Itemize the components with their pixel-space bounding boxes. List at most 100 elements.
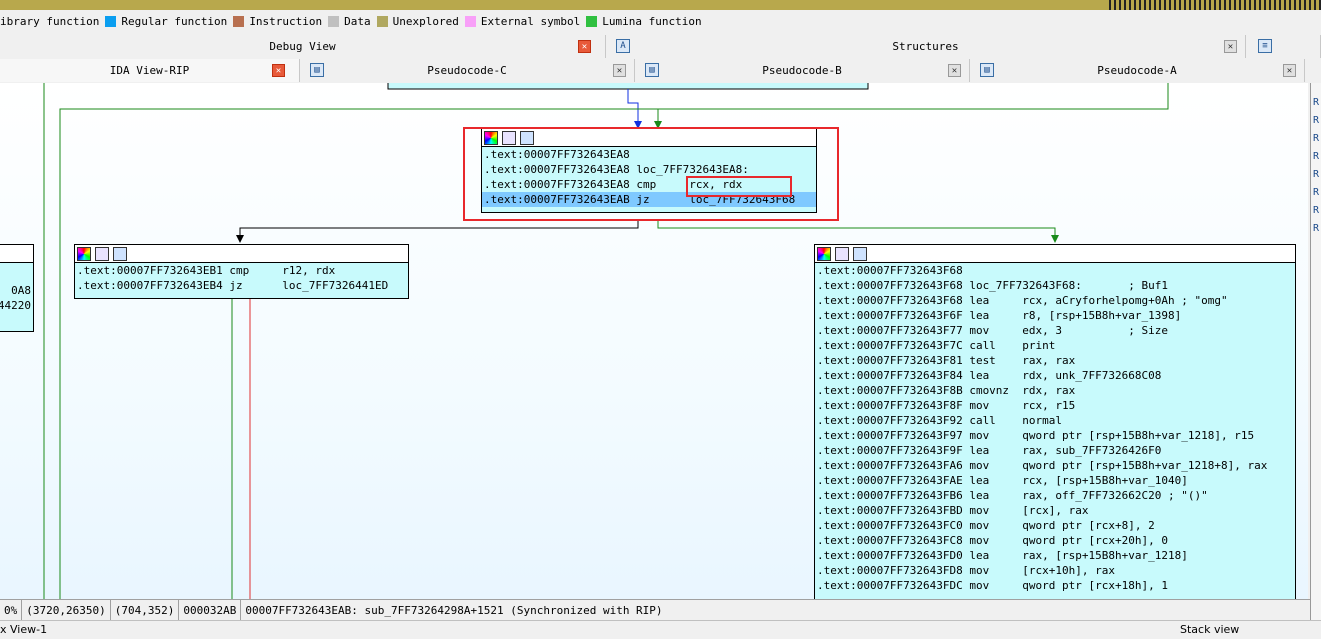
tab-row-views: IDA View-RIP ✕ ▤ Pseudocode-C ✕ ▤ Pseudo… bbox=[0, 59, 1308, 83]
asm-line[interactable]: .text:00007FF732643F84 lea rdx, unk_7FF7… bbox=[815, 368, 1295, 383]
close-icon[interactable]: ✕ bbox=[272, 64, 285, 77]
tab-pseudocode-c[interactable]: ▤ Pseudocode-C ✕ bbox=[300, 59, 635, 82]
asm-line[interactable]: .text:00007FF732643FC8 mov qword ptr [rc… bbox=[815, 533, 1295, 548]
asm-line[interactable]: .text:00007FF732643FD0 lea rax, [rsp+15B… bbox=[815, 548, 1295, 563]
close-icon[interactable]: ✕ bbox=[613, 64, 626, 77]
tab-stack-view[interactable]: Stack view bbox=[1180, 623, 1239, 636]
asm-line[interactable]: .text:00007FF732643F9F lea rax, sub_7FF7… bbox=[815, 443, 1295, 458]
register-row[interactable]: R bbox=[1311, 169, 1321, 187]
legend-label: Unexplored bbox=[392, 14, 459, 28]
asm-line[interactable]: .text:00007FF732643FB6 lea rax, off_7FF7… bbox=[815, 488, 1295, 503]
file-offset: 000032AB bbox=[179, 600, 242, 621]
legend-item: ibrary function bbox=[0, 15, 99, 28]
tab-debug-view[interactable]: Debug View ✕ bbox=[0, 35, 606, 58]
register-row[interactable]: R bbox=[1311, 151, 1321, 169]
register-row[interactable]: R bbox=[1311, 115, 1321, 133]
register-row[interactable]: R bbox=[1311, 205, 1321, 223]
asm-line[interactable]: .text:00007FF732643F8F mov rcx, r15 bbox=[815, 398, 1295, 413]
tab-label: Pseudocode-B bbox=[762, 64, 842, 77]
tab-label: Structures bbox=[892, 40, 959, 53]
asm-line[interactable]: .text:00007FF732643FA6 mov qword ptr [rs… bbox=[815, 458, 1295, 473]
edge-fallthrough bbox=[239, 220, 639, 241]
pseudocode-icon: ▤ bbox=[645, 63, 659, 77]
bottom-tabs: x View-1 Stack view bbox=[0, 620, 1321, 639]
legend-swatch bbox=[376, 15, 388, 27]
asm-line[interactable]: .text:00007FF732643EB1 cmp r12, rdx bbox=[75, 263, 408, 278]
legend-swatch bbox=[105, 15, 117, 27]
asm-line[interactable]: .text:00007FF732643F81 test rax, rax bbox=[815, 353, 1295, 368]
asm-line[interactable]: .text:00007FF732643F68 bbox=[815, 263, 1295, 278]
asm-line[interactable]: .text:00007FF732643F6F lea r8, [rsp+15B8… bbox=[815, 308, 1295, 323]
zoom-level: 0% bbox=[0, 600, 23, 621]
node-line: 44220 bbox=[0, 299, 31, 312]
legend-label: Instruction bbox=[249, 14, 323, 28]
legend-swatch bbox=[233, 15, 245, 27]
register-row[interactable]: R bbox=[1311, 187, 1321, 205]
structures-icon: A bbox=[616, 39, 630, 53]
legend-item: Regular function bbox=[105, 15, 227, 28]
previous-node bbox=[387, 83, 869, 90]
register-row[interactable]: R bbox=[1311, 133, 1321, 151]
graph-icon[interactable] bbox=[113, 246, 127, 261]
rename-icon[interactable] bbox=[95, 246, 109, 261]
register-row[interactable]: R bbox=[1311, 97, 1321, 115]
asm-line[interactable]: .text:00007FF732643FAE lea rcx, [rsp+15B… bbox=[815, 473, 1295, 488]
legend-swatch bbox=[464, 15, 476, 27]
rename-icon[interactable] bbox=[835, 246, 849, 261]
pseudocode-icon: ▤ bbox=[980, 63, 994, 77]
legend-item: Instruction bbox=[233, 15, 322, 28]
navigation-band[interactable] bbox=[1109, 0, 1321, 10]
node-line: 0A8 bbox=[11, 284, 31, 297]
tab-label: Pseudocode-C bbox=[427, 64, 507, 77]
legend-swatch bbox=[586, 15, 598, 27]
asm-line[interactable]: .text:00007FF732643FC0 mov qword ptr [rc… bbox=[815, 518, 1295, 533]
asm-line[interactable]: .text:00007FF732643F92 call normal bbox=[815, 413, 1295, 428]
node-loc-7FF732643F68[interactable]: .text:00007FF732643F68 .text:00007FF73264… bbox=[814, 244, 1296, 599]
close-icon[interactable]: ✕ bbox=[1224, 40, 1237, 53]
highlight-box-node bbox=[463, 127, 839, 221]
node-7FF732643EB1[interactable]: .text:00007FF732643EB1 cmp r12, rdx .tex… bbox=[74, 244, 409, 299]
close-icon[interactable]: ✕ bbox=[578, 40, 591, 53]
tab-label: IDA View-RIP bbox=[109, 64, 190, 77]
asm-line[interactable]: .text:00007FF732643FDC mov qword ptr [rc… bbox=[815, 578, 1295, 593]
tab-ida-view[interactable]: IDA View-RIP ✕ bbox=[0, 59, 300, 82]
offscreen-node[interactable]: 0A8 44220 bbox=[0, 244, 34, 332]
pseudocode-icon: ▤ bbox=[310, 63, 324, 77]
tab-structures[interactable]: A Structures ✕ bbox=[606, 35, 1246, 58]
asm-line[interactable]: .text:00007FF732643F97 mov qword ptr [rs… bbox=[815, 428, 1295, 443]
asm-line[interactable]: .text:00007FF732643EB4 jz loc_7FF7326441… bbox=[75, 278, 408, 293]
graph-view[interactable]: 0A8 44220 .text:00007FF732643EA8 .text:0… bbox=[0, 83, 1308, 599]
tab-extra[interactable]: ≡ bbox=[1246, 35, 1321, 58]
color-icon[interactable] bbox=[817, 246, 831, 261]
arrow-green-2 bbox=[1051, 235, 1059, 243]
close-icon[interactable]: ✕ bbox=[948, 64, 961, 77]
asm-line[interactable]: .text:00007FF732643F68 lea rcx, aCryforh… bbox=[815, 293, 1295, 308]
register-row[interactable]: R bbox=[1311, 223, 1321, 241]
asm-line[interactable]: .text:00007FF732643FBD mov [rcx], rax bbox=[815, 503, 1295, 518]
graph-icon[interactable] bbox=[853, 246, 867, 261]
asm-lines: .text:00007FF732643F68 .text:00007FF73264… bbox=[815, 263, 1295, 593]
asm-line[interactable]: .text:00007FF732643F8B cmovnz rdx, rax bbox=[815, 383, 1295, 398]
legend-label: Lumina function bbox=[602, 14, 702, 28]
tab-pseudocode-a[interactable]: ▤ Pseudocode-A ✕ bbox=[970, 59, 1305, 82]
tab-hex-view[interactable]: x View-1 bbox=[0, 623, 47, 636]
node-header bbox=[0, 245, 33, 263]
close-icon[interactable]: ✕ bbox=[1283, 64, 1296, 77]
legend-item: External symbol bbox=[464, 15, 580, 28]
legend-label: Regular function bbox=[121, 14, 228, 28]
asm-line[interactable]: .text:00007FF732643F7C call print bbox=[815, 338, 1295, 353]
legend-item: Unexplored bbox=[376, 14, 459, 28]
legend-item: Data bbox=[328, 15, 371, 28]
registers-panel: RRRRRRRR bbox=[1310, 83, 1321, 620]
legend-label: ibrary function bbox=[0, 14, 100, 28]
highlight-box-operands bbox=[686, 176, 792, 197]
color-icon[interactable] bbox=[77, 246, 91, 261]
asm-line[interactable]: .text:00007FF732643FD8 mov [rcx+10h], ra… bbox=[815, 563, 1295, 578]
asm-line[interactable]: .text:00007FF732643F68 loc_7FF732643F68:… bbox=[815, 278, 1295, 293]
asm-line[interactable]: .text:00007FF732643F77 mov edx, 3 ; Size bbox=[815, 323, 1295, 338]
tab-label: Pseudocode-A bbox=[1097, 64, 1177, 77]
tab-pseudocode-b[interactable]: ▤ Pseudocode-B ✕ bbox=[635, 59, 970, 82]
status-bar: 0% (3720,26350) (704,352) 000032AB 00007… bbox=[0, 599, 1310, 621]
legend-label: Data bbox=[344, 14, 371, 28]
color-legend: ibrary function Regular function Instructi… bbox=[0, 10, 1321, 32]
